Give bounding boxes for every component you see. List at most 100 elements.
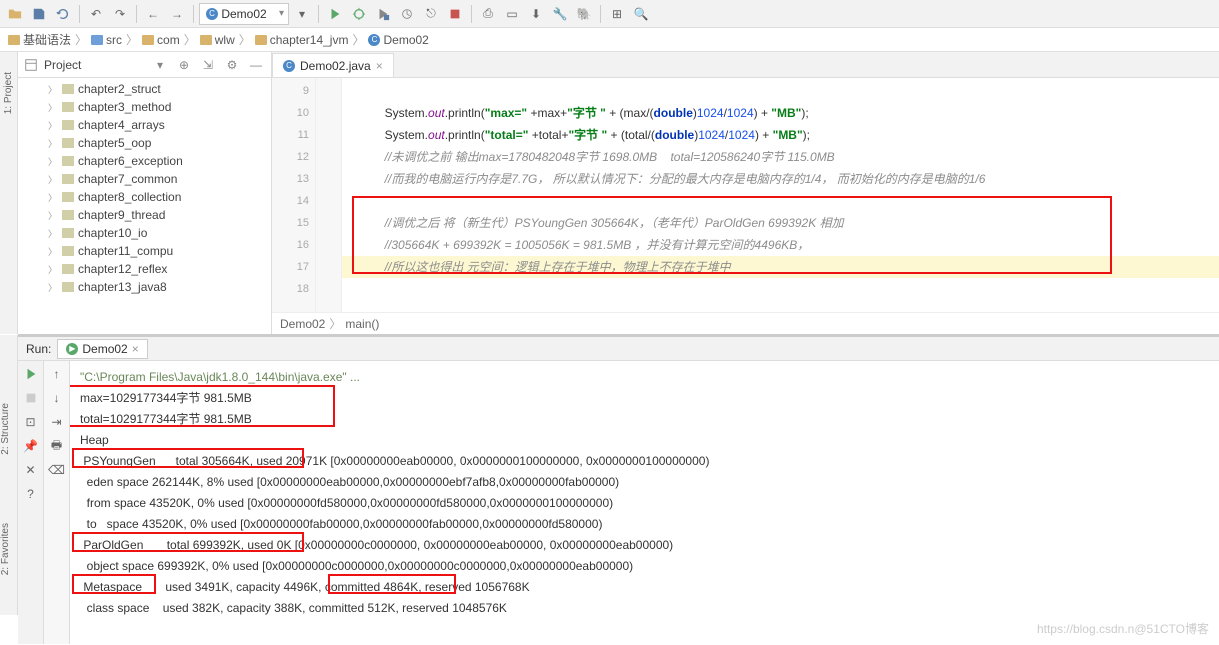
- tree-item[interactable]: 〉chapter9_thread: [18, 206, 271, 224]
- tree-item[interactable]: 〉chapter10_io: [18, 224, 271, 242]
- soft-wrap-icon[interactable]: ⇥: [48, 413, 66, 431]
- close-icon[interactable]: ×: [376, 59, 383, 73]
- annotation-box: [72, 448, 304, 468]
- forward-icon[interactable]: →: [166, 3, 188, 25]
- project-tree[interactable]: 〉chapter2_struct〉chapter3_method〉chapter…: [18, 78, 271, 334]
- folder-icon: [8, 35, 20, 45]
- console-output[interactable]: "C:\Program Files\Java\jdk1.8.0_144\bin\…: [70, 361, 1219, 644]
- folder-icon: [200, 35, 212, 45]
- tree-item[interactable]: 〉chapter5_oop: [18, 134, 271, 152]
- down-icon[interactable]: ↓: [48, 389, 66, 407]
- bc-root[interactable]: 基础语法: [8, 31, 71, 48]
- profile-icon[interactable]: [396, 3, 418, 25]
- up-icon[interactable]: ↑: [48, 365, 66, 383]
- rerun-icon[interactable]: [22, 365, 40, 383]
- editor-tabs: C Demo02.java ×: [272, 52, 1219, 78]
- gear-icon[interactable]: ⚙: [223, 56, 241, 74]
- main-toolbar: ↶ ↷ ← → C Demo02 ▾ ⎋ ⎙ ▭ ⬇ 🔧 🐘 ⊞ 🔍: [0, 0, 1219, 28]
- tree-item[interactable]: 〉chapter4_arrays: [18, 116, 271, 134]
- coverage-icon[interactable]: [372, 3, 394, 25]
- search-icon[interactable]: 🔍: [630, 3, 652, 25]
- annotation-box: [72, 574, 156, 594]
- folder-icon: [142, 35, 154, 45]
- structure-icon[interactable]: ⊞: [606, 3, 628, 25]
- breadcrumbs-bar: 基础语法〉 src〉 com〉 wlw〉 chapter14_jvm〉 CDem…: [0, 28, 1219, 52]
- tree-item[interactable]: 〉chapter2_struct: [18, 80, 271, 98]
- debug-icon[interactable]: [348, 3, 370, 25]
- project-tool-tab[interactable]: 1: Project: [3, 64, 14, 122]
- run-label: Run:: [26, 342, 51, 356]
- collapse-icon[interactable]: ⇲: [199, 56, 217, 74]
- refresh-icon[interactable]: [52, 3, 74, 25]
- target-icon[interactable]: ⊕: [175, 56, 193, 74]
- tree-item[interactable]: 〉chapter7_common: [18, 170, 271, 188]
- tab-demo02[interactable]: C Demo02.java ×: [272, 53, 394, 77]
- left-tool-strip: 1: Project: [0, 52, 18, 334]
- help-icon[interactable]: ?: [22, 485, 40, 503]
- avd-icon[interactable]: ▭: [501, 3, 523, 25]
- code-editor[interactable]: 9101112131415161718 System.out.println("…: [272, 78, 1219, 312]
- tree-item[interactable]: 〉chapter12_reflex: [18, 260, 271, 278]
- project-sidebar: Project ▾ ⊕ ⇲ ⚙ — 〉chapter2_struct〉chapt…: [18, 52, 272, 334]
- tree-item[interactable]: 〉chapter8_collection: [18, 188, 271, 206]
- bc-wlw[interactable]: wlw: [200, 33, 235, 47]
- watermark: https://blog.csdn.n@51CTO博客: [1037, 620, 1209, 637]
- project-view-icon: [24, 58, 38, 72]
- print-icon[interactable]: 🖶: [48, 437, 66, 455]
- project-title: Project: [44, 58, 145, 72]
- clear-icon[interactable]: ⌫: [48, 461, 66, 479]
- class-icon: C: [368, 34, 380, 46]
- attach-icon[interactable]: ⎋: [420, 3, 442, 25]
- left-tool-strip-lower: 2: Structure 2: Favorites: [0, 335, 18, 615]
- back-icon[interactable]: ←: [142, 3, 164, 25]
- annotation-box: [328, 574, 456, 594]
- chevron-down-icon[interactable]: ▾: [291, 3, 313, 25]
- folder-icon: [255, 35, 267, 45]
- build-icon[interactable]: ⎙: [477, 3, 499, 25]
- undo-icon[interactable]: ↶: [85, 3, 107, 25]
- bc-class[interactable]: CDemo02: [368, 33, 428, 47]
- run-icon[interactable]: [324, 3, 346, 25]
- chevron-down-icon[interactable]: ▾: [151, 56, 169, 74]
- marks-gutter: [316, 78, 342, 312]
- wrench-icon[interactable]: 🔧: [549, 3, 571, 25]
- crumb-class[interactable]: Demo02: [280, 317, 325, 331]
- close-panel-icon[interactable]: ✕: [22, 461, 40, 479]
- code-content[interactable]: System.out.println("max=" +max+"字节 " + (…: [342, 78, 1219, 312]
- line-gutter: 9101112131415161718: [272, 78, 316, 312]
- tree-item[interactable]: 〉chapter11_compu: [18, 242, 271, 260]
- bc-src[interactable]: src: [91, 33, 122, 47]
- editor-area: C Demo02.java × 9101112131415161718 Syst…: [272, 52, 1219, 334]
- stop-icon[interactable]: [444, 3, 466, 25]
- crumb-method[interactable]: main(): [345, 317, 379, 331]
- run-header: Run: ▶ Demo02 ×: [18, 337, 1219, 361]
- bc-com[interactable]: com: [142, 33, 180, 47]
- project-header: Project ▾ ⊕ ⇲ ⚙ —: [18, 52, 271, 78]
- annotation-box: [72, 532, 304, 552]
- save-all-icon[interactable]: [28, 3, 50, 25]
- tree-item[interactable]: 〉chapter3_method: [18, 98, 271, 116]
- close-icon[interactable]: ×: [132, 342, 139, 356]
- run-tools-secondary: ↑ ↓ ⇥ 🖶 ⌫: [44, 361, 70, 644]
- class-icon: ▶: [66, 343, 78, 355]
- tree-item[interactable]: 〉chapter6_exception: [18, 152, 271, 170]
- pin-icon[interactable]: 📌: [22, 437, 40, 455]
- redo-icon[interactable]: ↷: [109, 3, 131, 25]
- favorites-tool-tab[interactable]: 2: Favorites: [0, 515, 11, 583]
- open-icon[interactable]: [4, 3, 26, 25]
- layout-icon[interactable]: ⊡: [22, 413, 40, 431]
- stop-icon[interactable]: [22, 389, 40, 407]
- tree-item[interactable]: 〉chapter13_java8: [18, 278, 271, 296]
- class-icon: C: [283, 60, 295, 72]
- annotation-box: [352, 196, 1112, 274]
- sync-icon[interactable]: 🐘: [573, 3, 595, 25]
- bc-pkg[interactable]: chapter14_jvm: [255, 33, 349, 47]
- annotation-box: [70, 385, 335, 427]
- hide-icon[interactable]: —: [247, 56, 265, 74]
- folder-icon: [91, 35, 103, 45]
- editor-crumbs: Demo02 〉 main(): [272, 312, 1219, 334]
- run-tab[interactable]: ▶ Demo02 ×: [57, 339, 147, 359]
- run-config-combo[interactable]: C Demo02: [199, 3, 289, 25]
- sdk-icon[interactable]: ⬇: [525, 3, 547, 25]
- structure-tool-tab[interactable]: 2: Structure: [0, 395, 11, 463]
